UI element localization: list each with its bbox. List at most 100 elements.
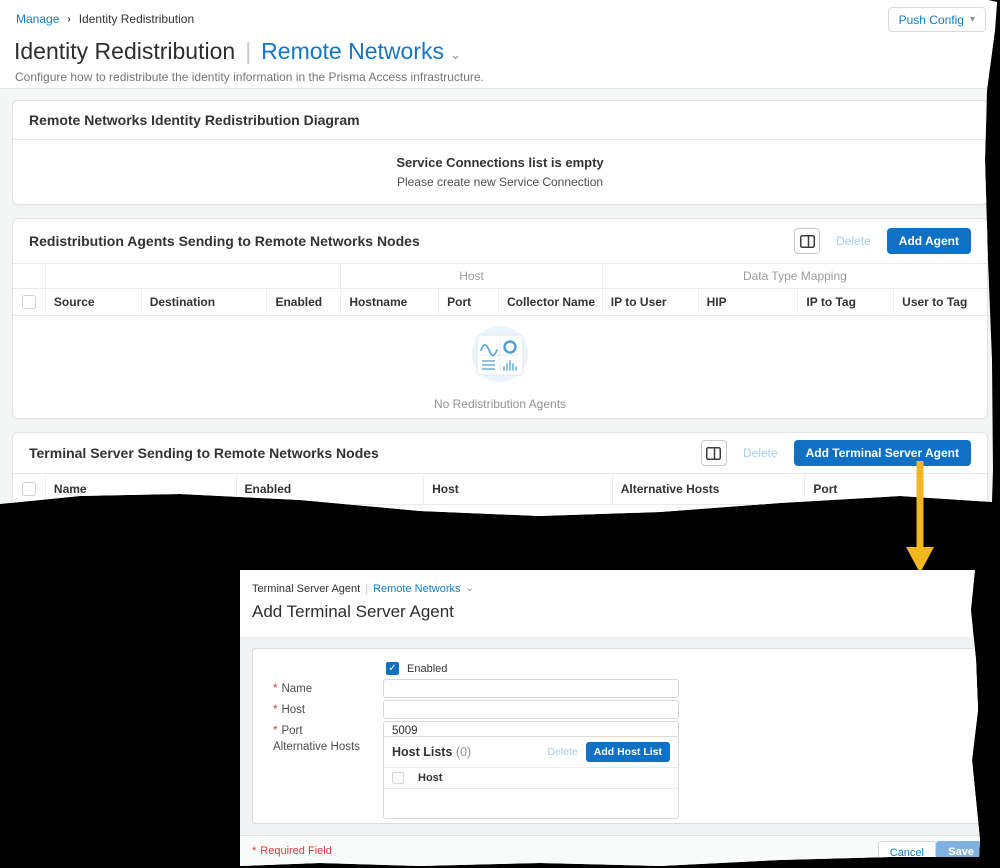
group-spacer: [44, 264, 340, 288]
terminal-column-header-row: Name Enabled Host Alternative Hosts Port: [13, 473, 987, 505]
column-settings-button[interactable]: [700, 440, 727, 466]
agents-card-header: Redistribution Agents Sending to Remote …: [13, 219, 987, 263]
dialog-body: ✓ Enabled *Name *Host *Port Alternative …: [240, 637, 980, 835]
delete-agents-button[interactable]: Delete: [830, 234, 877, 248]
save-button[interactable]: Save: [936, 841, 980, 863]
agents-card-title: Redistribution Agents Sending to Remote …: [29, 233, 420, 249]
enabled-checkbox[interactable]: ✓: [386, 662, 399, 675]
host-label: * Host: [273, 704, 305, 716]
col-hip[interactable]: HIP: [697, 289, 798, 315]
name-input[interactable]: [383, 679, 679, 698]
breadcrumb-divider: |: [365, 583, 369, 595]
col-name[interactable]: Name: [44, 474, 236, 504]
chevron-down-icon: ⌄: [465, 583, 474, 594]
agents-card: Redistribution Agents Sending to Remote …: [12, 218, 988, 419]
scope-selector[interactable]: Remote Networks ⌄: [261, 38, 461, 65]
annotation-arrow-icon: [906, 461, 934, 573]
dialog-scope-selector[interactable]: Remote Networks: [373, 583, 460, 595]
dialog-breadcrumb: Terminal Server Agent | Remote Networks …: [252, 583, 474, 595]
host-lists-title-text: Host Lists: [392, 745, 453, 759]
host-lists-box: Host Lists (0) Delete Add Host List Host: [383, 736, 679, 819]
diagram-empty-subtitle: Please create new Service Connection: [396, 175, 604, 189]
column-settings-button[interactable]: [794, 228, 821, 254]
col-host[interactable]: Host: [423, 474, 612, 504]
col-port[interactable]: Port: [804, 474, 987, 504]
col-user-to-tag[interactable]: User to Tag: [893, 289, 987, 315]
host-lists-title: Host Lists (0): [392, 745, 471, 759]
delete-host-list-button[interactable]: Delete: [547, 746, 577, 758]
required-marker: *: [273, 683, 278, 695]
diagram-empty-title: Service Connections list is empty: [396, 155, 604, 170]
enabled-label: Enabled: [407, 662, 448, 675]
dialog-form-panel: ✓ Enabled *Name *Host *Port Alternative …: [252, 648, 980, 824]
chevron-down-icon: ▾: [969, 13, 975, 25]
port-label: * Port: [273, 725, 303, 737]
annotated-screenshot-canvas: Manage › Identity Redistribution Push Co…: [0, 0, 1000, 868]
add-host-list-button[interactable]: Add Host List: [585, 742, 670, 762]
agents-empty-state: No Redistribution Agents: [13, 316, 987, 418]
delete-terminal-agents-button[interactable]: Delete: [737, 446, 784, 460]
title-divider: |: [245, 38, 252, 64]
terminal-card-header: Terminal Server Sending to Remote Networ…: [13, 433, 987, 473]
columns-icon: [799, 234, 815, 248]
col-collector-name[interactable]: Collector Name: [498, 289, 602, 315]
enabled-field: ✓ Enabled: [386, 662, 447, 675]
host-lists-header: Host Lists (0) Delete Add Host List: [384, 737, 678, 767]
diagram-empty-state: Service Connections list is empty Please…: [13, 140, 987, 204]
select-all-cell: [13, 474, 45, 504]
push-config-button[interactable]: Push Config ▾: [887, 7, 986, 32]
page-title-text: Identity Redistribution: [14, 38, 236, 64]
required-note-text: Required Field: [260, 845, 332, 857]
terminal-card-title: Terminal Server Sending to Remote Networ…: [29, 445, 379, 461]
col-enabled[interactable]: Enabled: [266, 289, 340, 315]
page-subtitle: Configure how to redistribute the identi…: [15, 70, 484, 84]
alternative-hosts-label: Alternative Hosts: [273, 741, 360, 753]
add-agent-button[interactable]: Add Agent: [886, 228, 971, 254]
diagram-card: Remote Networks Identity Redistribution …: [12, 100, 988, 205]
columns-icon: [706, 446, 722, 460]
host-lists-column-header-row: Host: [384, 767, 678, 789]
dialog-title: Add Terminal Server Agent: [252, 602, 454, 621]
cancel-button[interactable]: Cancel: [877, 841, 936, 865]
agents-group-header-row: Host Data Type Mapping: [13, 263, 987, 289]
col-ip-to-tag[interactable]: IP to Tag: [797, 289, 893, 315]
add-terminal-server-agent-button[interactable]: Add Terminal Server Agent: [793, 440, 971, 466]
name-label: * Name: [273, 683, 312, 695]
select-all-checkbox[interactable]: [21, 295, 36, 309]
group-header-host: Host: [340, 264, 601, 288]
port-label-text: Port: [281, 725, 303, 737]
breadcrumb-manage-link[interactable]: Manage: [16, 12, 59, 26]
required-marker: *: [273, 704, 278, 716]
host-input[interactable]: [383, 700, 679, 719]
dialog-footer: * Required Field Cancel Save: [240, 835, 980, 866]
host-lists-count: (0): [455, 745, 472, 759]
page-header: Manage › Identity Redistribution Push Co…: [0, 0, 997, 89]
agents-empty-text: No Redistribution Agents: [433, 397, 567, 411]
col-source[interactable]: Source: [44, 289, 141, 315]
select-all-checkbox[interactable]: [21, 482, 36, 496]
col-host[interactable]: Host: [418, 772, 442, 784]
col-ip-to-user[interactable]: IP to User: [601, 289, 698, 315]
col-destination[interactable]: Destination: [140, 289, 267, 315]
required-field-note: * Required Field: [252, 845, 332, 857]
col-hostname[interactable]: Hostname: [340, 289, 438, 315]
required-marker: *: [273, 725, 278, 737]
col-enabled[interactable]: Enabled: [235, 474, 424, 504]
page-title: Identity Redistribution | Remote Network…: [14, 38, 461, 65]
breadcrumb-current: Identity Redistribution: [78, 12, 195, 26]
chevron-right-icon: ›: [67, 13, 71, 25]
col-port[interactable]: Port: [438, 289, 498, 315]
col-alternative-hosts[interactable]: Alternative Hosts: [611, 474, 805, 504]
agents-column-header-row: Source Destination Enabled Hostname Port…: [13, 289, 987, 316]
add-terminal-server-agent-dialog: Terminal Server Agent | Remote Networks …: [240, 570, 980, 866]
diagram-card-header: Remote Networks Identity Redistribution …: [13, 101, 987, 140]
required-marker: *: [252, 845, 257, 857]
scope-selector-label: Remote Networks: [261, 38, 444, 64]
select-all-cell: [13, 289, 45, 315]
select-all-checkbox[interactable]: [392, 772, 404, 784]
main-screenshot: Manage › Identity Redistribution Push Co…: [0, 0, 997, 516]
diagram-card-title: Remote Networks Identity Redistribution …: [29, 112, 360, 128]
group-header-data-type-mapping: Data Type Mapping: [601, 264, 987, 288]
dialog-breadcrumb-title: Terminal Server Agent: [252, 583, 361, 595]
